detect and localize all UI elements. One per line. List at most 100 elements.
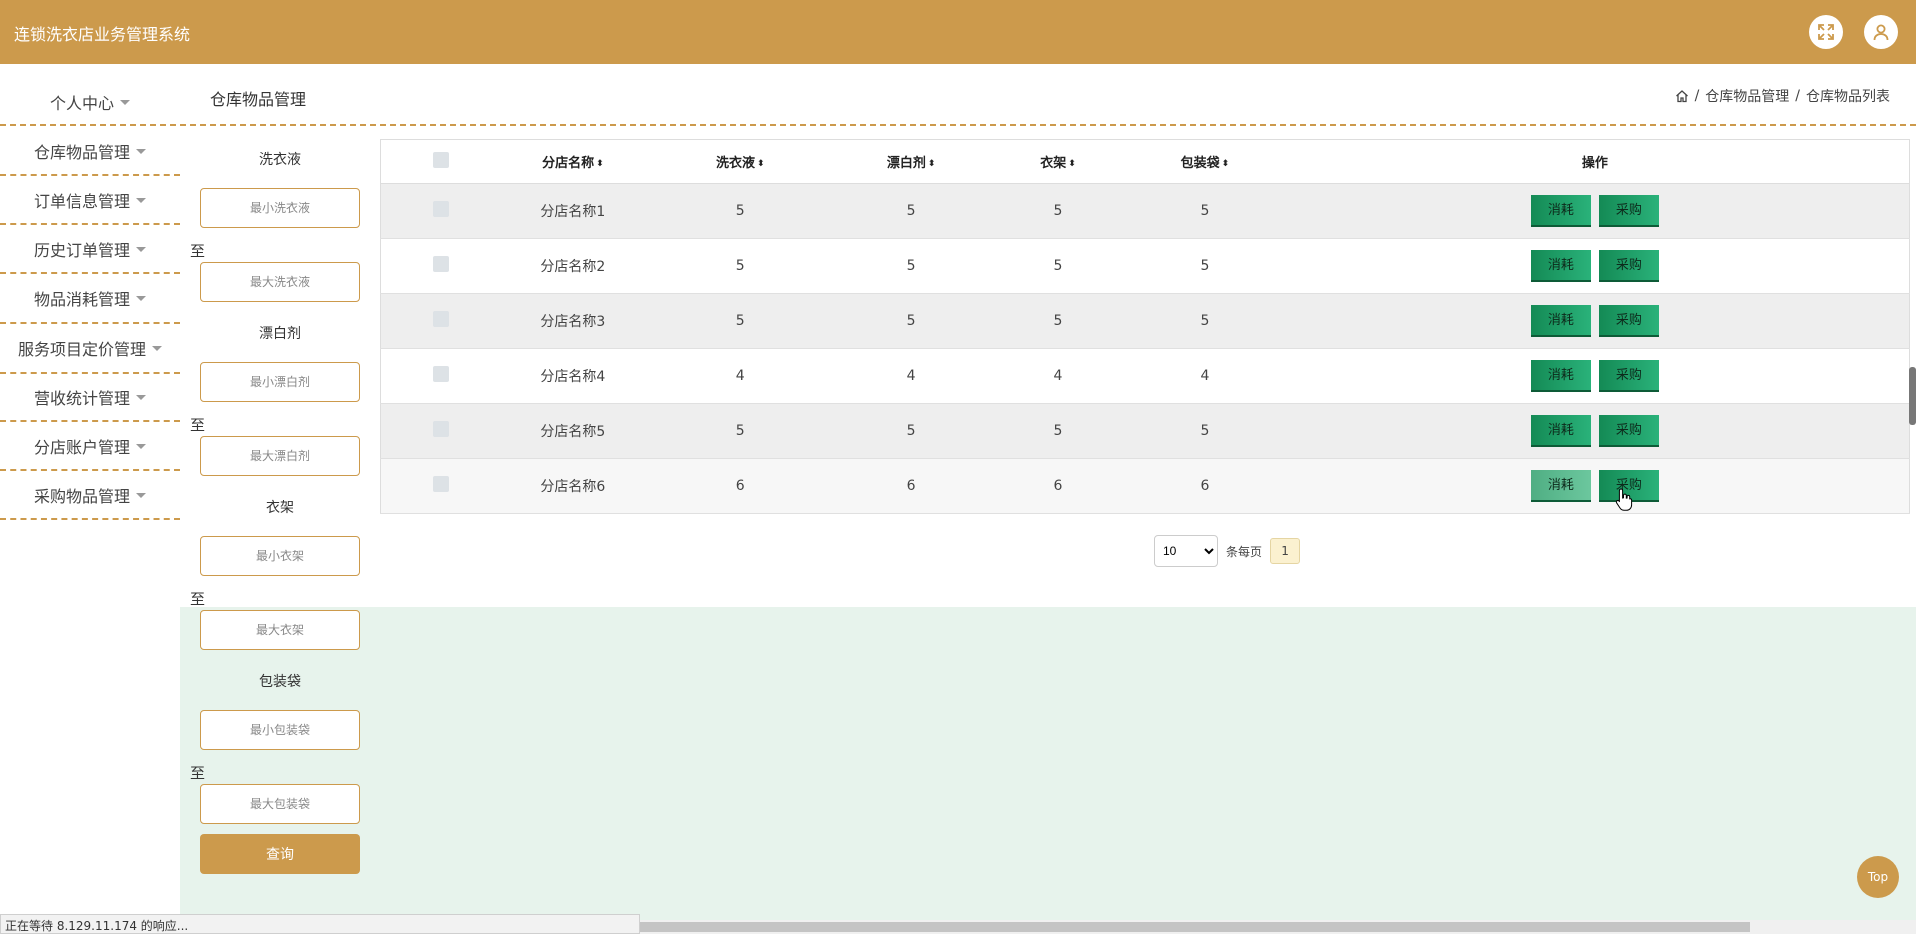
sidebar-item-orders[interactable]: 订单信息管理 [0, 176, 180, 224]
min-detergent-input[interactable] [200, 188, 360, 228]
min-bag-input[interactable] [200, 710, 360, 750]
sort-icon[interactable]: ⬍ [757, 159, 765, 169]
horizontal-scrollbar-thumb[interactable] [640, 922, 1750, 932]
sidebar-item-label: 采购物品管理 [33, 487, 130, 506]
row-checkbox[interactable] [432, 476, 449, 492]
branch-name-cell: 分店名称2 [500, 238, 646, 294]
column-header-hanger[interactable]: 衣架 ⬍ [987, 139, 1129, 184]
purchase-button[interactable]: 采购 [1598, 415, 1659, 447]
sort-icon[interactable]: ⬍ [596, 159, 604, 169]
fullscreen-button[interactable] [1809, 15, 1843, 49]
actions-cell: 消耗 采购 [1280, 293, 1910, 349]
bleach-cell: 5 [835, 403, 988, 459]
hanger-cell: 5 [987, 183, 1129, 239]
caret-down-icon [136, 246, 146, 252]
column-header-detergent[interactable]: 洗衣液 ⬍ [645, 139, 836, 184]
per-page-label: 条每页 [1226, 544, 1263, 559]
table-row: 分店名称5 5 5 5 5 消耗 采购 [380, 403, 1910, 459]
max-bleach-input[interactable] [200, 436, 360, 476]
sort-icon[interactable]: ⬍ [1222, 159, 1230, 169]
bag-cell: 5 [1128, 293, 1281, 349]
row-checkbox[interactable] [432, 311, 449, 327]
actions-cell: 消耗 采购 [1280, 238, 1910, 294]
sort-icon[interactable]: ⬍ [928, 159, 936, 169]
column-header-bleach[interactable]: 漂白剂 ⬍ [835, 139, 988, 184]
sidebar-item-label: 营收统计管理 [33, 389, 130, 408]
consume-button[interactable]: 消耗 [1530, 470, 1591, 502]
row-checkbox[interactable] [432, 201, 449, 217]
detergent-cell: 5 [645, 238, 836, 294]
branch-name-cell: 分店名称1 [500, 183, 646, 239]
sidebar-item-label: 订单信息管理 [33, 192, 130, 211]
hand-cursor-icon [1615, 488, 1633, 511]
fullscreen-icon [1818, 24, 1834, 40]
purchase-button[interactable]: 采购 [1598, 360, 1659, 392]
sidebar-item-personal-center[interactable]: 个人中心 [0, 78, 180, 126]
min-hanger-input[interactable] [200, 536, 360, 576]
sidebar-item-warehouse[interactable]: 仓库物品管理 [0, 127, 180, 175]
content-background [180, 607, 1916, 934]
table-row: 分店名称4 4 4 4 4 消耗 采购 [380, 348, 1910, 404]
sidebar-item-label: 历史订单管理 [33, 241, 130, 260]
bag-cell: 4 [1128, 348, 1281, 404]
bag-cell: 5 [1128, 238, 1281, 294]
breadcrumb: / 仓库物品管理 / 仓库物品列表 [1675, 86, 1890, 106]
row-checkbox[interactable] [432, 366, 449, 382]
breadcrumb-item-warehouse[interactable]: 仓库物品管理 [1705, 86, 1789, 106]
sort-icon[interactable]: ⬍ [1068, 159, 1076, 169]
breadcrumb-sep: / [1795, 88, 1800, 104]
column-header-label: 漂白剂 [886, 156, 926, 171]
max-detergent-input[interactable] [200, 262, 360, 302]
sidebar-item-pricing[interactable]: 服务项目定价管理 [0, 324, 180, 372]
home-icon[interactable] [1675, 89, 1689, 103]
user-button[interactable] [1864, 15, 1898, 49]
row-select-cell [380, 293, 501, 349]
back-to-top-button[interactable]: Top [1857, 856, 1899, 898]
query-button[interactable]: 查询 [200, 834, 360, 874]
detergent-cell: 5 [645, 183, 836, 239]
max-bag-input[interactable] [200, 784, 360, 824]
purchase-button[interactable]: 采购 [1598, 250, 1659, 282]
purchase-button[interactable]: 采购 [1598, 195, 1659, 227]
breadcrumb-item-list: 仓库物品列表 [1806, 89, 1890, 105]
sidebar-item-branch-accounts[interactable]: 分店账户管理 [0, 422, 180, 470]
consume-button[interactable]: 消耗 [1530, 360, 1591, 392]
vertical-scrollbar-thumb[interactable] [1909, 367, 1916, 425]
sidebar-item-purchase[interactable]: 采购物品管理 [0, 471, 180, 519]
range-to-label: 至 [190, 416, 206, 434]
bag-cell: 5 [1128, 183, 1281, 239]
consume-button[interactable]: 消耗 [1530, 305, 1591, 337]
row-select-cell [380, 238, 501, 294]
bleach-cell: 5 [835, 238, 988, 294]
select-all-checkbox[interactable] [432, 151, 449, 168]
max-hanger-input[interactable] [200, 610, 360, 650]
caret-down-icon [136, 394, 146, 400]
purchase-button[interactable]: 采购 [1598, 305, 1659, 337]
row-checkbox[interactable] [432, 421, 449, 437]
row-select-cell [380, 183, 501, 239]
range-to-label: 至 [190, 242, 206, 260]
bleach-cell: 6 [835, 458, 988, 514]
sidebar-item-consumption[interactable]: 物品消耗管理 [0, 274, 180, 322]
consume-button[interactable]: 消耗 [1530, 415, 1591, 447]
caret-down-icon [136, 492, 146, 498]
select-all-cell [380, 139, 501, 184]
filter-label-bag: 包装袋 [259, 674, 301, 690]
sidebar-item-history-orders[interactable]: 历史订单管理 [0, 225, 180, 273]
min-bleach-input[interactable] [200, 362, 360, 402]
column-header-branch[interactable]: 分店名称 ⬍ [500, 139, 646, 184]
page-size-select[interactable]: 10 [1154, 535, 1218, 567]
sidebar-item-label: 个人中心 [49, 94, 114, 113]
row-select-cell [380, 348, 501, 404]
row-checkbox[interactable] [432, 256, 449, 272]
column-header-bag[interactable]: 包装袋 ⬍ [1128, 139, 1281, 184]
consume-button[interactable]: 消耗 [1530, 250, 1591, 282]
hanger-cell: 4 [987, 348, 1129, 404]
caret-down-icon [120, 99, 130, 105]
page-number-button[interactable]: 1 [1270, 538, 1301, 564]
consume-button[interactable]: 消耗 [1530, 195, 1591, 227]
hanger-cell: 5 [987, 238, 1129, 294]
sidebar-item-revenue[interactable]: 营收统计管理 [0, 373, 180, 421]
filter-label-bleach: 漂白剂 [259, 326, 301, 342]
row-select-cell [380, 403, 501, 459]
